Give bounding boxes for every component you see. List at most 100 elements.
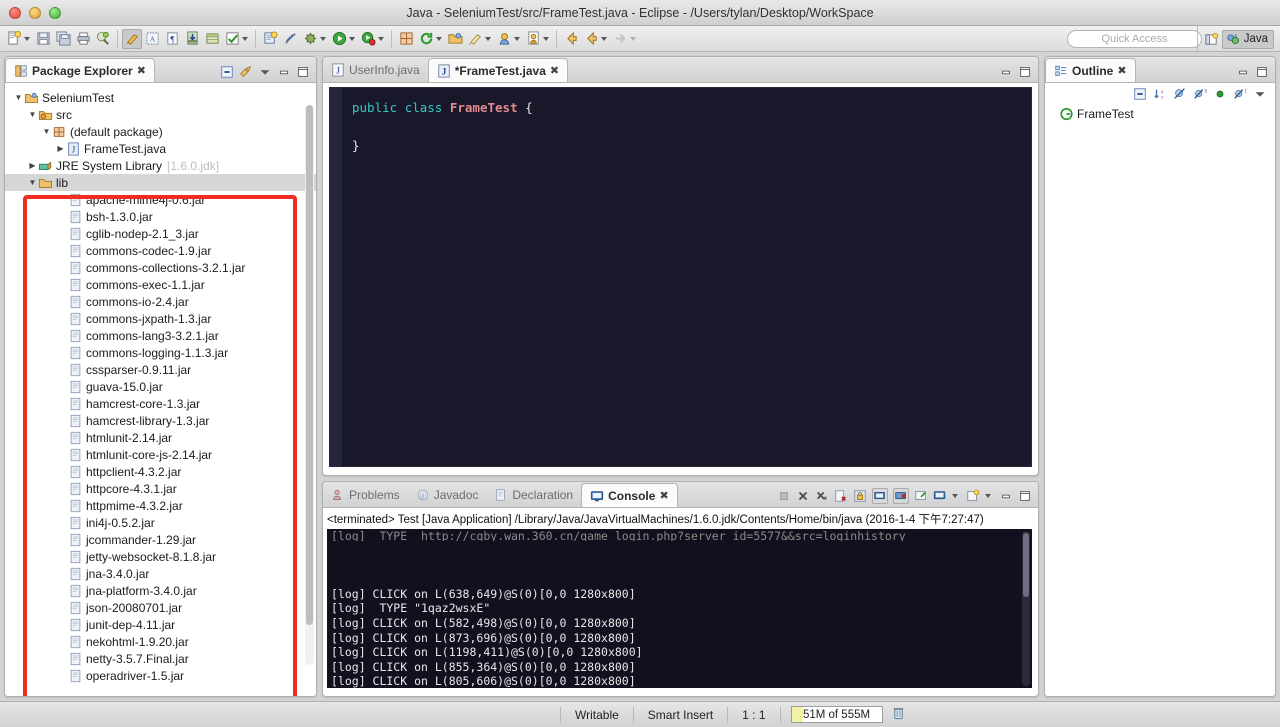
tree-item-jar[interactable]: commons-collections-3.2.1.jar	[5, 259, 316, 276]
clear-console-icon[interactable]	[834, 489, 848, 503]
debug-icon[interactable]	[300, 29, 320, 49]
open-console-icon[interactable]	[914, 489, 928, 503]
open-perspective-icon[interactable]	[1204, 32, 1219, 47]
tree-item-jar[interactable]: guava-15.0.jar	[5, 378, 316, 395]
run-dropdown-icon[interactable]	[349, 36, 355, 41]
paint-dropdown-icon[interactable]	[485, 36, 491, 41]
tree-item-jar[interactable]: httpmime-4.3.2.jar	[5, 497, 316, 514]
tree-item-seleniumtest[interactable]: ▼ SeleniumTest	[5, 89, 316, 106]
tree-item-jar[interactable]: apache-mime4j-0.6.jar	[5, 191, 316, 208]
tree-item-jar[interactable]: hamcrest-library-1.3.jar	[5, 412, 316, 429]
save-all-icon[interactable]	[53, 29, 73, 49]
export-icon[interactable]	[182, 29, 202, 49]
chevron-down-icon[interactable]: ▼	[13, 93, 24, 102]
tree-item-jre-system-library[interactable]: ▶ JRE System Library [1.6.0.jdk]	[5, 157, 316, 174]
build-icon[interactable]	[202, 29, 222, 49]
tree-item-jar[interactable]: jetty-websocket-8.1.8.jar	[5, 548, 316, 565]
package-explorer-tree[interactable]: ▼ SeleniumTest ▼ src ▼ (default package) ▶ J Fra…	[5, 83, 316, 696]
tree-item-jar[interactable]: commons-exec-1.1.jar	[5, 276, 316, 293]
show-whitespace-icon[interactable]: ¶	[162, 29, 182, 49]
open-project-icon[interactable]	[445, 29, 465, 49]
minimize-icon[interactable]	[277, 65, 291, 79]
tab-problems[interactable]: Problems	[323, 483, 408, 507]
tree-item-jar[interactable]: operadriver-1.5.jar	[5, 667, 316, 684]
console-scrollbar[interactable]	[1022, 531, 1030, 686]
maximize-icon[interactable]	[296, 65, 310, 79]
display-selected-console-dropdown-icon[interactable]	[952, 494, 958, 498]
paint-icon[interactable]	[465, 29, 485, 49]
tree-item-jar[interactable]: junit-dep-4.11.jar	[5, 616, 316, 633]
tree-item-jar[interactable]: commons-io-2.4.jar	[5, 293, 316, 310]
remove-all-launches-icon[interactable]	[815, 489, 829, 503]
hide-fields-icon[interactable]	[1173, 87, 1187, 101]
run-icon[interactable]	[329, 29, 349, 49]
run-coverage-icon[interactable]	[358, 29, 378, 49]
tree-item-jar[interactable]: commons-lang3-3.2.1.jar	[5, 327, 316, 344]
tree-item-jar[interactable]: netty-3.5.7.Final.jar	[5, 650, 316, 667]
tree-item-jar[interactable]: htmlunit-2.14.jar	[5, 429, 316, 446]
sort-icon[interactable]: az	[1153, 87, 1167, 101]
new-console-view-icon[interactable]	[966, 489, 980, 503]
chevron-right-icon[interactable]: ▶	[27, 161, 38, 170]
chevron-right-icon[interactable]: ▶	[55, 144, 66, 153]
collapse-all-icon[interactable]	[1133, 87, 1147, 101]
hide-static-icon[interactable]: S	[1193, 87, 1207, 101]
tree-item-jar[interactable]: jcommander-1.29.jar	[5, 531, 316, 548]
code-editor[interactable]: public class FrameTest { }	[329, 87, 1032, 467]
tab-outline[interactable]: Outline ✖	[1045, 58, 1136, 82]
perspective-java-button[interactable]: Java	[1221, 29, 1274, 49]
refresh-dropdown-icon[interactable]	[436, 36, 442, 41]
hide-public-icon[interactable]	[1213, 87, 1227, 101]
new-console-dropdown-icon[interactable]	[985, 494, 991, 498]
hide-local-icon[interactable]: L	[1233, 87, 1247, 101]
tree-item-jar[interactable]: hamcrest-core-1.3.jar	[5, 395, 316, 412]
forward-dropdown-icon[interactable]	[601, 36, 607, 41]
java-browsing-dropdown-icon[interactable]	[514, 36, 520, 41]
tree-item-jar[interactable]: commons-codec-1.9.jar	[5, 242, 316, 259]
trash-icon[interactable]	[891, 705, 906, 724]
minimize-window-button[interactable]	[29, 6, 41, 19]
tree-item-lib[interactable]: ▼ lib	[5, 174, 316, 191]
open-type-icon[interactable]: A	[142, 29, 162, 49]
tree-item-jar[interactable]: commons-logging-1.1.3.jar	[5, 344, 316, 361]
chevron-down-icon[interactable]: ▼	[41, 127, 52, 136]
debug-dropdown-icon[interactable]	[320, 36, 326, 41]
new-wizard-dropdown-icon[interactable]	[24, 36, 30, 41]
link-icon[interactable]	[280, 29, 300, 49]
minimize-icon[interactable]	[1236, 65, 1250, 79]
new-package-icon[interactable]	[396, 29, 416, 49]
outline-tree[interactable]: FrameTest	[1045, 103, 1275, 696]
check-dropdown-icon[interactable]	[242, 36, 248, 41]
tree-item-jar[interactable]: htmlunit-core-js-2.14.jar	[5, 446, 316, 463]
new-wizard-icon[interactable]	[4, 29, 24, 49]
outline-item-frametest[interactable]: FrameTest	[1045, 105, 1275, 122]
back-icon[interactable]	[561, 29, 581, 49]
tree-item-jar[interactable]: json-20080701.jar	[5, 599, 316, 616]
remove-launch-icon[interactable]	[796, 489, 810, 503]
package-explorer-scrollbar[interactable]	[305, 105, 314, 665]
link-with-editor-icon[interactable]	[239, 65, 253, 79]
tab-javadoc[interactable]: @ Javadoc	[408, 483, 487, 507]
chevron-down-icon[interactable]: ▼	[27, 178, 38, 187]
tree-item-jar[interactable]: ini4j-0.5.2.jar	[5, 514, 316, 531]
lock-scroll-icon[interactable]	[853, 489, 867, 503]
view-menu-icon[interactable]	[1253, 87, 1267, 101]
memory-monitor[interactable]: 51M of 555M	[790, 705, 906, 724]
tree-item-jar[interactable]: httpclient-4.3.2.jar	[5, 463, 316, 480]
tree-item-frametest-java[interactable]: ▶ J FrameTest.java	[5, 140, 316, 157]
collapse-all-icon[interactable]	[220, 65, 234, 79]
person-dropdown-icon[interactable]	[543, 36, 549, 41]
tree-item-jar[interactable]: cglib-nodep-2.1_3.jar	[5, 225, 316, 242]
source-code[interactable]: public class FrameTest { }	[342, 88, 1031, 466]
tree-item-jar[interactable]: jna-3.4.0.jar	[5, 565, 316, 582]
minimize-icon[interactable]	[999, 65, 1013, 79]
toggle-mark-occurrences-icon[interactable]	[122, 28, 142, 49]
forward-icon[interactable]	[581, 29, 601, 49]
tree-item-jar[interactable]: nekohtml-1.9.20.jar	[5, 633, 316, 650]
editor-tab-userinfo[interactable]: J UserInfo.java	[323, 58, 428, 82]
minimize-icon[interactable]	[999, 489, 1013, 503]
check-icon[interactable]	[222, 29, 242, 49]
chevron-down-icon[interactable]: ▼	[27, 110, 38, 119]
zoom-window-button[interactable]	[49, 6, 61, 19]
tab-package-explorer[interactable]: Package Explorer ✖	[5, 58, 155, 82]
